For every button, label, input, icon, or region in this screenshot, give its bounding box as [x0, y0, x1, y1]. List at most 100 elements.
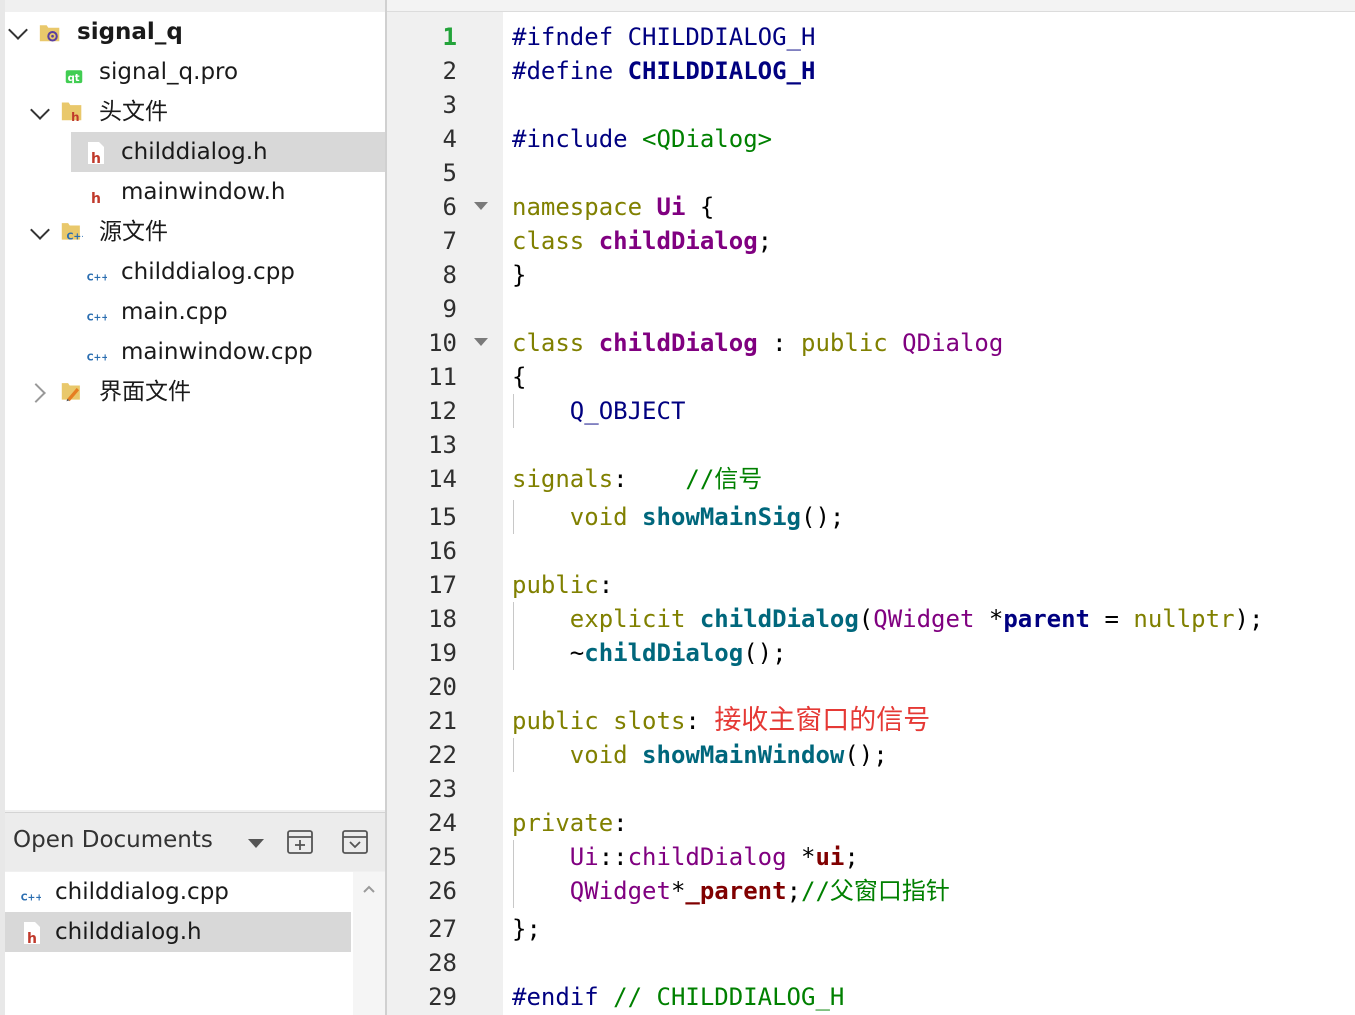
code-line-22[interactable]: void showMainWindow(); [512, 740, 888, 770]
token: { [512, 363, 527, 391]
tree-item-childdialog-h[interactable]: h childdialog.h [71, 132, 385, 172]
token: signals [512, 465, 614, 493]
svg-text:h: h [91, 151, 101, 166]
line-number: 28 [428, 949, 457, 977]
code-line-14[interactable]: signals: //信号 [512, 464, 762, 494]
code-line-2[interactable]: #define CHILDDIALOG_H [512, 56, 815, 86]
tree-item-pro-file[interactable]: qt signal_q.pro [5, 52, 385, 92]
code-line-6[interactable]: namespace Ui { [512, 192, 714, 222]
qt-pro-file-icon: qt [65, 70, 83, 84]
open-document-childdialog-h[interactable]: h childdialog.h [5, 912, 351, 952]
token: //信号 [685, 465, 763, 493]
code-line-19[interactable]: ~childDialog(); [512, 638, 787, 668]
token: ; [786, 877, 802, 905]
line-number: 2 [442, 57, 457, 85]
token: Q_OBJECT [569, 397, 686, 425]
svg-text:C++: C++ [87, 273, 107, 284]
svg-text:C++: C++ [87, 353, 107, 364]
fold-marker-icon[interactable] [474, 338, 488, 346]
token: slots [613, 707, 686, 735]
tree-item-project[interactable]: signal_q [5, 12, 385, 52]
token: :: [598, 843, 628, 871]
code-line-8[interactable]: } [512, 260, 526, 290]
token: explicit [569, 605, 686, 633]
code-line-25[interactable]: Ui::childDialog *ui; [512, 842, 859, 872]
token: (); [743, 639, 787, 667]
scroll-up-icon[interactable] [362, 884, 376, 894]
code-line-24[interactable]: private: [512, 808, 628, 838]
header-folder-icon: h [61, 102, 82, 124]
chevron-down-icon[interactable] [30, 220, 50, 240]
code-line-26[interactable]: QWidget*_parent;//父窗口指针 [512, 876, 950, 906]
code-line-12[interactable]: Q_OBJECT [512, 396, 686, 426]
tree-item-label: mainwindow.h [121, 179, 286, 205]
token: : [613, 465, 628, 493]
code-line-27[interactable]: }; [512, 914, 541, 944]
token: : [685, 707, 700, 735]
code-line-21[interactable]: public slots: 接收主窗口的信号 [512, 706, 930, 736]
line-number: 4 [442, 125, 457, 153]
line-number: 7 [442, 227, 457, 255]
tree-item-childdialog-cpp[interactable]: C++ childdialog.cpp [71, 252, 385, 292]
code-line-15[interactable]: void showMainSig(); [512, 502, 845, 532]
fold-marker-icon[interactable] [474, 202, 488, 210]
token: nullptr [1133, 605, 1235, 633]
token: #define [512, 57, 614, 85]
line-number: 3 [442, 91, 457, 119]
open-document-label: childdialog.h [55, 919, 202, 945]
chevron-down-icon[interactable] [30, 100, 50, 120]
line-number: 22 [428, 741, 457, 769]
scrollbar[interactable] [353, 872, 385, 1015]
code-line-11[interactable]: { [512, 362, 526, 392]
cpp-file-icon: C++ [87, 303, 107, 324]
token: class [512, 227, 585, 255]
code-line-17[interactable]: public: [512, 570, 613, 600]
svg-text:C++: C++ [21, 893, 41, 904]
line-number: 26 [428, 877, 457, 905]
token: CHILDDIALOG_H [627, 23, 816, 51]
code-line-29[interactable]: #endif // CHILDDIALOG_H [512, 982, 844, 1012]
code-line-18[interactable]: explicit childDialog(QWidget *parent = n… [512, 604, 1264, 634]
open-document-childdialog-cpp[interactable]: C++ childdialog.cpp [5, 872, 351, 912]
chevron-down-icon[interactable] [8, 20, 28, 40]
token: CHILDDIALOG_H [627, 57, 816, 85]
tree-item-forms-folder[interactable]: 界面文件 [5, 372, 385, 412]
tree-item-label: childdialog.cpp [121, 259, 295, 285]
token: class [512, 329, 585, 357]
token: childDialog [699, 605, 859, 633]
tree-item-sources-folder[interactable]: C++ 源文件 [5, 212, 385, 252]
chevron-right-icon[interactable] [26, 383, 46, 403]
tree-item-label: childdialog.h [121, 139, 268, 165]
line-number: 27 [428, 915, 457, 943]
code-line-7[interactable]: class childDialog; [512, 226, 772, 256]
code-line-4[interactable]: #include <QDialog> [512, 124, 772, 154]
collapse-icon[interactable] [341, 828, 369, 856]
token: public [512, 571, 599, 599]
tree-item-mainwindow-h[interactable]: h mainwindow.h [71, 172, 385, 212]
tree-item-mainwindow-cpp[interactable]: C++ mainwindow.cpp [71, 332, 385, 372]
line-number: 8 [442, 261, 457, 289]
chevron-down-icon[interactable] [248, 839, 264, 848]
token: showMainSig [642, 503, 801, 531]
token: * [988, 605, 1004, 633]
svg-text:C++: C++ [67, 232, 84, 243]
code-editor[interactable]: 1 2 3 4 5 6 7 8 9 10 11 12 13 14 15 16 1… [387, 0, 1355, 1015]
token: Ui [656, 193, 686, 221]
tree-item-headers-folder[interactable]: h 头文件 [5, 92, 385, 132]
line-number: 25 [428, 843, 457, 871]
tree-item-main-cpp[interactable]: C++ main.cpp [71, 292, 385, 332]
token: namespace [512, 193, 643, 221]
code-line-1[interactable]: #ifndef CHILDDIALOG_H [512, 22, 815, 52]
code-line-10[interactable]: class childDialog : public QDialog [512, 328, 1003, 358]
line-number: 23 [428, 775, 457, 803]
svg-text:C++: C++ [87, 313, 107, 324]
line-number: 29 [428, 983, 457, 1011]
token: ( [858, 605, 874, 633]
line-number: 19 [428, 639, 457, 667]
token: public [801, 329, 888, 357]
split-icon[interactable] [286, 828, 314, 856]
token: * [670, 877, 686, 905]
header-file-icon: h [24, 922, 40, 946]
token: parent [1003, 605, 1091, 633]
token: : [598, 571, 614, 599]
